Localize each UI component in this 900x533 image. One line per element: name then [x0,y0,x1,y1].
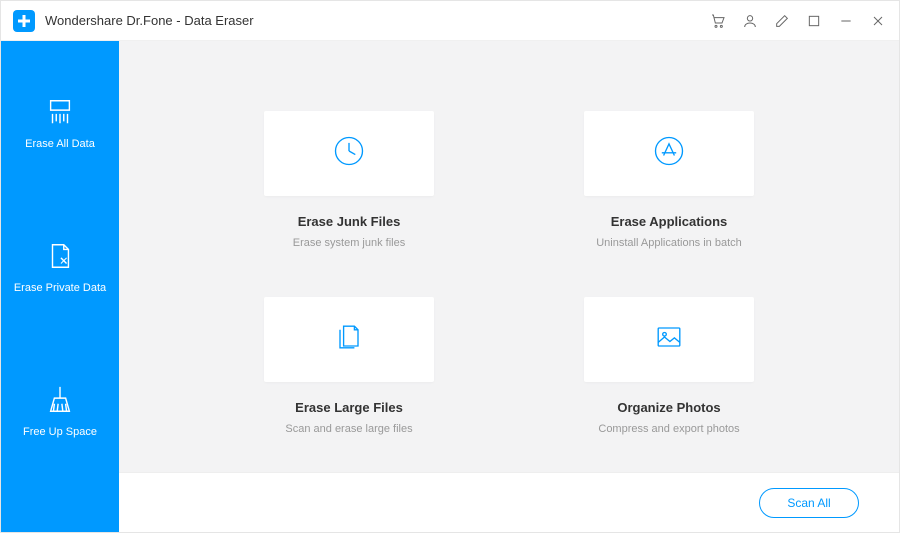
card-title: Organize Photos [617,400,720,415]
broom-icon [44,384,76,416]
clock-icon [331,133,367,174]
sidebar-item-free-up-space[interactable]: Free Up Space [23,384,97,438]
card-erase-junk-files: Erase Junk Files Erase system junk files [239,111,459,267]
sidebar-item-erase-all-data[interactable]: Erase All Data [25,96,95,150]
scan-all-button[interactable]: Scan All [759,488,859,518]
card-title: Erase Junk Files [298,214,401,229]
card-desc: Uninstall Applications in batch [596,237,742,249]
sidebar-item-label: Erase Private Data [14,282,106,294]
cards-grid: Erase Junk Files Erase system junk files… [119,41,899,472]
sidebar-item-label: Erase All Data [25,138,95,150]
app-title: Wondershare Dr.Fone - Data Eraser [45,13,254,28]
card-tile[interactable] [584,297,754,382]
cart-icon[interactable] [709,12,727,30]
card-title: Erase Applications [611,214,728,229]
account-icon[interactable] [741,12,759,30]
sidebar: Erase All Data Erase Private Data Free U… [1,41,119,532]
card-erase-large-files: Erase Large Files Scan and erase large f… [239,297,459,453]
card-title: Erase Large Files [295,400,403,415]
files-icon [331,319,367,360]
card-tile[interactable] [264,111,434,196]
card-desc: Compress and export photos [598,423,739,435]
shredder-icon [44,96,76,128]
titlebar-controls [709,12,887,30]
document-icon [44,240,76,272]
minimize-icon[interactable] [837,12,855,30]
card-desc: Erase system junk files [293,237,405,249]
appstore-icon [651,133,687,174]
edit-icon[interactable] [773,12,791,30]
card-organize-photos: Organize Photos Compress and export phot… [559,297,779,453]
app-window: Wondershare Dr.Fone - Data Eraser [0,0,900,533]
sidebar-item-erase-private-data[interactable]: Erase Private Data [14,240,106,294]
photo-icon [651,319,687,360]
card-tile[interactable] [264,297,434,382]
sidebar-item-label: Free Up Space [23,426,97,438]
app-logo [13,10,35,32]
footer: Scan All [119,472,899,532]
card-tile[interactable] [584,111,754,196]
card-desc: Scan and erase large files [285,423,412,435]
card-erase-applications: Erase Applications Uninstall Application… [559,111,779,267]
body: Erase All Data Erase Private Data Free U… [1,41,899,532]
titlebar: Wondershare Dr.Fone - Data Eraser [1,1,899,41]
square-icon[interactable] [805,12,823,30]
main-content: Erase Junk Files Erase system junk files… [119,41,899,532]
close-icon[interactable] [869,12,887,30]
